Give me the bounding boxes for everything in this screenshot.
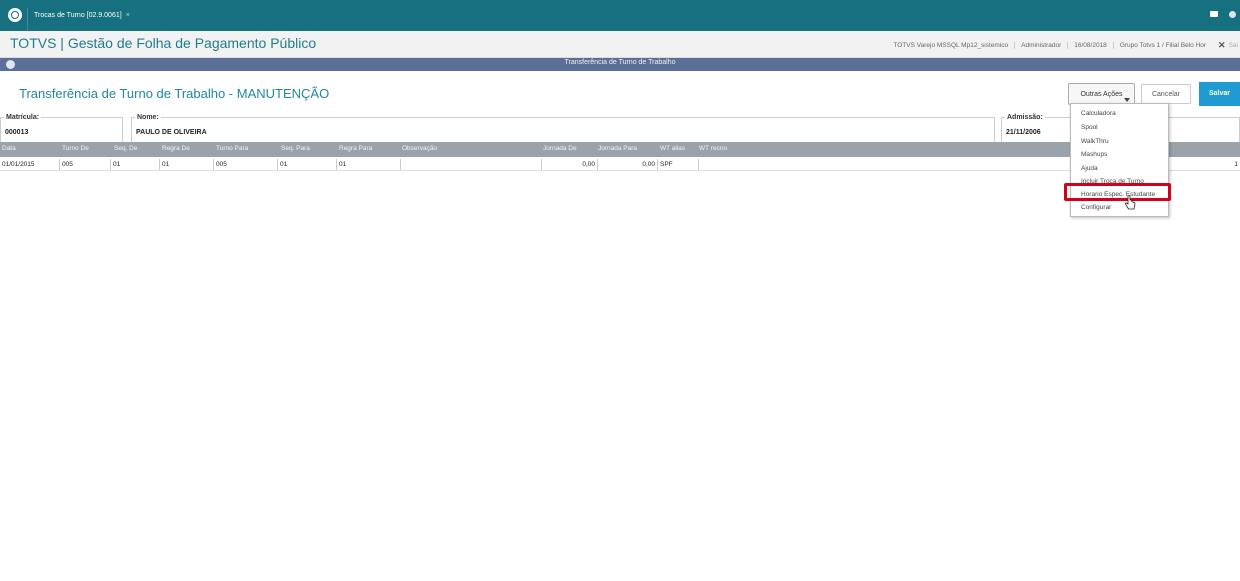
col-seq-de[interactable]: Seq. De	[114, 145, 138, 152]
col-regra-para[interactable]: Regra Para	[339, 145, 372, 152]
col-turno-de[interactable]: Turno De	[62, 145, 89, 152]
cell-observacao[interactable]	[400, 159, 541, 170]
col-jornada-de[interactable]: Jornada De	[543, 145, 577, 152]
admissao-value: 21/11/2006	[1006, 129, 1041, 136]
col-wt-recno[interactable]: WT recno	[699, 145, 727, 152]
cell-regra-para[interactable]: 01	[336, 159, 400, 170]
page-title: Transferência de Turno de Trabalho - MAN…	[19, 86, 330, 101]
nome-label: Nome:	[135, 114, 161, 121]
env-date[interactable]: 16/08/2018	[1067, 41, 1113, 49]
cell-jornada-de[interactable]: 0,00	[541, 159, 597, 170]
mail-icon[interactable]	[1210, 11, 1218, 17]
menu-item-highlight	[1064, 183, 1171, 201]
chevron-down-icon	[1124, 98, 1130, 102]
app-header: TOTVS | Gestão de Folha de Pagamento Púb…	[0, 31, 1240, 58]
menu-item-mashups[interactable]: Mashups	[1081, 151, 1107, 158]
menu-item-calculadora[interactable]: Calculadora	[1081, 110, 1116, 117]
user-icon[interactable]	[1229, 11, 1236, 18]
cell-data[interactable]: 01/01/2015	[0, 159, 59, 170]
env-database[interactable]: TOTVS Varejo MSSQL Mp12_sistemico	[887, 42, 1014, 49]
menu-item-walkthru[interactable]: WalkThru	[1081, 138, 1109, 145]
nome-value: PAULO DE OLIVEIRA	[136, 129, 207, 136]
outras-acoes-button[interactable]: Outras Ações	[1068, 83, 1135, 105]
cell-turno-para[interactable]: 005	[213, 159, 277, 170]
col-turno-para[interactable]: Turno Para	[216, 145, 248, 152]
col-wt-alias[interactable]: WT alias	[660, 145, 685, 152]
cell-turno-de[interactable]: 005	[59, 159, 110, 170]
totvs-logo-icon[interactable]	[8, 8, 22, 22]
matricula-value: 000013	[5, 129, 29, 136]
env-user[interactable]: Administrador	[1014, 41, 1067, 49]
close-icon[interactable]: ✕	[1212, 40, 1229, 51]
cell-wt-recno[interactable]	[698, 159, 1058, 170]
col-data[interactable]: Data	[2, 145, 16, 152]
cell-seq-para[interactable]: 01	[277, 159, 336, 170]
cell-seq-de[interactable]: 01	[110, 159, 159, 170]
dialog-title: Transferência de Turno de Trabalho	[564, 59, 676, 66]
matricula-label: Matrícula:	[4, 114, 42, 121]
tab-close-icon[interactable]: ×	[126, 12, 130, 19]
environment-info: TOTVS Varejo MSSQL Mp12_sistemico Admini…	[887, 39, 1240, 51]
menu-item-spool[interactable]: Spool	[1081, 124, 1098, 131]
exit-link[interactable]: Sai	[1229, 42, 1240, 49]
env-branch[interactable]: Grupo Totvs 1 / Filial Belo Hor	[1112, 41, 1212, 49]
grid-header: Data Turno De Seq. De Regra De Turno Par…	[0, 142, 1240, 157]
table-row[interactable]: 01/01/2015 005 01 01 005 01 01 0,00 0,00…	[0, 159, 1240, 171]
matricula-field[interactable]: Matrícula: 000013	[0, 114, 123, 143]
cell-wt-alias[interactable]: SPF	[657, 159, 698, 170]
dialog-menu-icon[interactable]	[6, 60, 15, 69]
tab-trocas-de-turno[interactable]: Trocas de Turno [02.9.0061] ×	[27, 8, 136, 31]
app-title: TOTVS | Gestão de Folha de Pagamento Púb…	[10, 35, 317, 51]
dialog-title-bar: Transferência de Turno de Trabalho	[0, 58, 1240, 71]
col-observacao[interactable]: Observação	[402, 145, 437, 152]
outras-acoes-label: Outras Ações	[1080, 91, 1123, 98]
col-seq-para[interactable]: Seq. Para	[281, 145, 310, 152]
cell-regra-de[interactable]: 01	[159, 159, 213, 170]
col-jornada-para[interactable]: Jornada Para	[598, 145, 637, 152]
admissao-label: Admissão:	[1005, 114, 1045, 121]
top-tab-bar: Trocas de Turno [02.9.0061] ×	[0, 0, 1240, 31]
nome-field[interactable]: Nome: PAULO DE OLIVEIRA	[131, 114, 995, 143]
hand-cursor-icon	[1124, 195, 1136, 210]
tab-label: Trocas de Turno [02.9.0061]	[34, 12, 122, 19]
cell-jornada-para[interactable]: 0,00	[597, 159, 657, 170]
col-regra-de[interactable]: Regra De	[162, 145, 190, 152]
menu-item-configurar[interactable]: Configurar	[1081, 204, 1111, 211]
cancel-button[interactable]: Cancelar	[1141, 84, 1191, 104]
save-button[interactable]: Salvar	[1199, 82, 1240, 106]
menu-item-ajuda[interactable]: Ajuda	[1081, 165, 1098, 172]
